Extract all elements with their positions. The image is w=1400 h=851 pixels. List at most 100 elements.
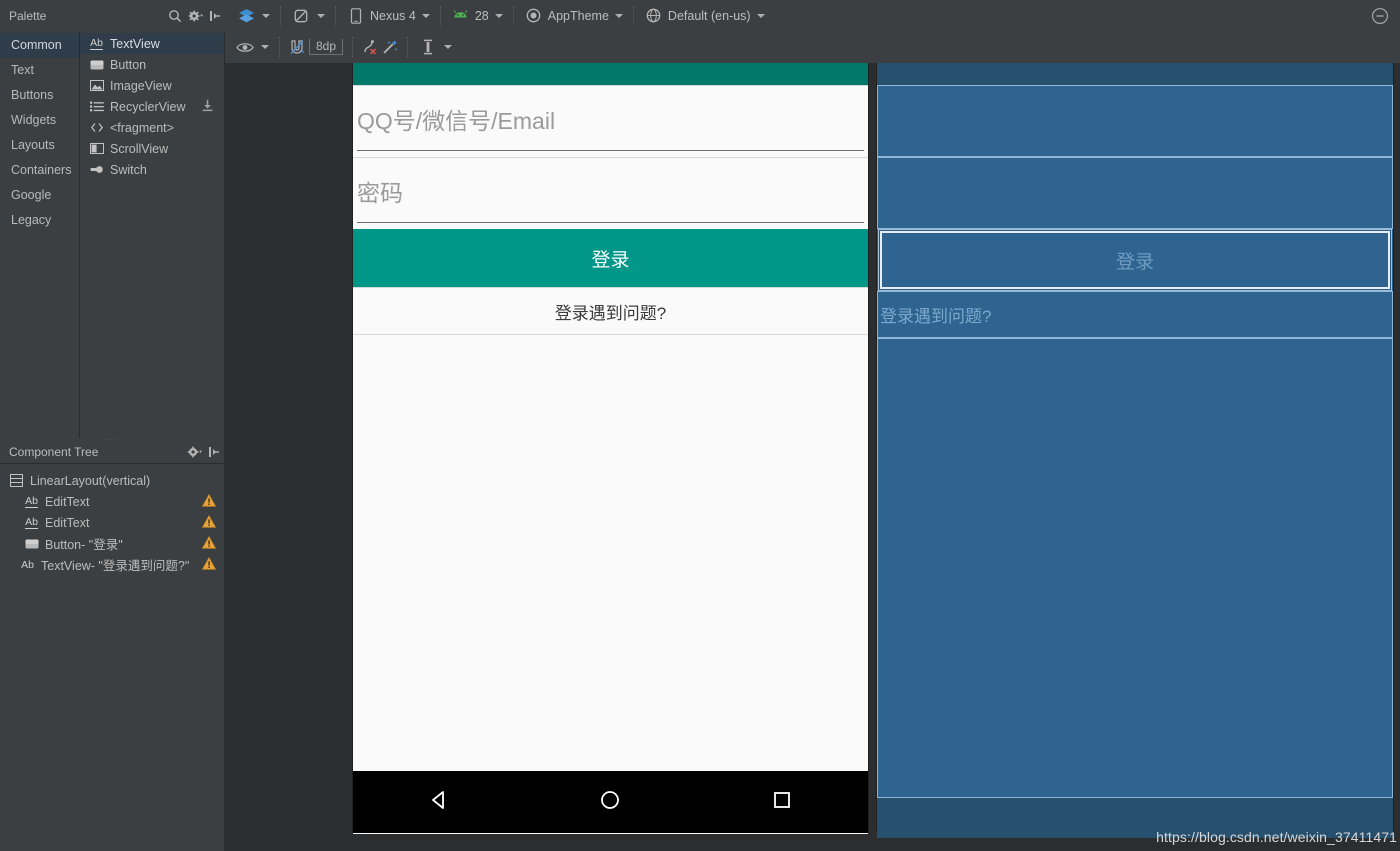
palette-category-layouts[interactable]: Layouts: [0, 133, 79, 158]
watermark-url: https://blog.csdn.net/weixin_37411471: [1156, 829, 1397, 845]
baseline-guideline-icon: [418, 37, 438, 57]
palette-item-label: ScrollView: [110, 141, 169, 156]
login-button-label: 登录: [591, 249, 630, 271]
tree-row-linearlayout[interactable]: LinearLayout(vertical): [0, 470, 224, 491]
default-margin-value[interactable]: 8dp: [309, 39, 344, 55]
toolbar-separator: [512, 5, 514, 26]
layers-icon: [236, 6, 256, 26]
palette-item-switch[interactable]: Switch: [80, 159, 224, 180]
palette-item-fragment[interactable]: <fragment>: [80, 117, 224, 138]
chevron-down-icon: [756, 13, 765, 18]
phone-icon: [346, 6, 366, 26]
blueprint-password-edittext[interactable]: [877, 157, 1393, 229]
tree-row-edittext-2[interactable]: Ab EditText: [0, 512, 224, 533]
password-edittext[interactable]: 密码: [353, 157, 868, 229]
device-preview[interactable]: QQ号/微信号/Email 密码 登录 登录遇到问题?: [353, 63, 868, 834]
component-tree-header: Component Tree: [0, 440, 224, 464]
download-icon[interactable]: [201, 99, 214, 115]
theme-selector[interactable]: AppTheme: [521, 6, 626, 26]
guideline-button[interactable]: [415, 37, 455, 57]
palette-item-textview[interactable]: Ab TextView: [80, 33, 224, 54]
orientation-button[interactable]: [288, 6, 328, 26]
search-icon[interactable]: [165, 6, 185, 26]
nav-back-icon[interactable]: [426, 787, 452, 818]
window-collapse-button[interactable]: [1360, 0, 1400, 31]
palette-item-scrollview[interactable]: ScrollView: [80, 138, 224, 159]
blueprint-login-problem-label: 登录遇到问题?: [880, 307, 992, 326]
toolbar-separator: [352, 37, 354, 57]
palette-category-label: Widgets: [11, 113, 57, 127]
chevron-down-icon: [317, 13, 325, 18]
palette-category-label: Containers: [11, 163, 72, 177]
palette-category-widgets[interactable]: Widgets: [0, 108, 79, 133]
login-problem-textview[interactable]: 登录遇到问题?: [353, 287, 868, 334]
palette-category-label: Buttons: [11, 88, 54, 102]
warning-icon[interactable]: [201, 556, 217, 573]
layout-empty-area: [353, 334, 868, 834]
design-surface-toolbar: 8dp: [225, 31, 1400, 63]
tree-row-label: EditText: [45, 515, 90, 530]
design-surface[interactable]: QQ号/微信号/Email 密码 登录 登录遇到问题? 登录 登录遇到问题?: [225, 63, 1400, 851]
login-problem-label: 登录遇到问题?: [554, 303, 667, 323]
locale-selector[interactable]: Default (en-us): [641, 6, 768, 26]
tree-row-edittext-1[interactable]: Ab EditText: [0, 491, 224, 512]
clear-constraints-icon[interactable]: [360, 37, 380, 57]
button-icon: [89, 58, 104, 72]
api-level-selector[interactable]: 28: [448, 6, 506, 26]
gear-icon[interactable]: [185, 6, 205, 26]
tree-row-textview[interactable]: Ab TextView- "登录遇到问题?": [0, 554, 224, 575]
gear-icon[interactable]: [184, 442, 204, 462]
rotate-orientation-icon: [291, 6, 311, 26]
palette-category-label: Google: [11, 188, 52, 202]
edittext-underline: [357, 222, 864, 223]
blueprint-status-bar: [877, 63, 1393, 85]
nav-recents-icon[interactable]: [769, 787, 795, 818]
blueprint-login-problem-textview[interactable]: 登录遇到问题?: [877, 291, 1393, 338]
autoconnect-magnet-icon[interactable]: [287, 37, 307, 57]
palette-item-recyclerview[interactable]: RecyclerView: [80, 96, 224, 117]
toolbar-separator: [632, 5, 634, 26]
component-tree-body: LinearLayout(vertical) Ab EditText Ab Ed…: [0, 464, 224, 575]
button-icon: [24, 537, 39, 551]
tree-row-label: LinearLayout(vertical): [30, 473, 151, 488]
tree-row-button[interactable]: Button- "登录": [0, 533, 224, 554]
palette-item-label: TextView: [110, 36, 160, 51]
blueprint-preview[interactable]: 登录 登录遇到问题?: [877, 63, 1393, 838]
layers-mode-button[interactable]: [233, 6, 273, 26]
blueprint-username-edittext[interactable]: [877, 85, 1393, 157]
password-hint: 密码: [357, 180, 403, 206]
warning-icon[interactable]: [201, 535, 217, 552]
chevron-down-icon: [262, 13, 270, 18]
palette-panel: Common Text Buttons Widgets Layouts Cont…: [0, 31, 225, 438]
palette-item-button[interactable]: Button: [80, 54, 224, 75]
palette-category-list: Common Text Buttons Widgets Layouts Cont…: [0, 31, 80, 438]
chevron-down-icon: [261, 45, 269, 49]
tree-row-label: Button- "登录": [45, 538, 123, 552]
blueprint-login-button[interactable]: 登录: [878, 229, 1392, 291]
username-edittext[interactable]: QQ号/微信号/Email: [353, 85, 868, 157]
palette-category-common[interactable]: Common: [0, 33, 79, 58]
palette-category-label: Legacy: [11, 213, 52, 227]
device-selector[interactable]: Nexus 4: [343, 6, 433, 26]
nav-home-icon[interactable]: [597, 787, 623, 818]
palette-category-text[interactable]: Text: [0, 58, 79, 83]
palette-category-google[interactable]: Google: [0, 183, 79, 208]
scrollview-icon: [89, 142, 104, 156]
palette-category-buttons[interactable]: Buttons: [0, 83, 79, 108]
palette-category-containers[interactable]: Containers: [0, 158, 79, 183]
infer-constraints-wand-icon[interactable]: [380, 37, 400, 57]
edittext-icon: Ab: [25, 494, 38, 508]
warning-icon[interactable]: [201, 493, 217, 510]
collapse-panel-icon[interactable]: [205, 6, 225, 26]
palette-item-imageview[interactable]: ImageView: [80, 75, 224, 96]
palette-category-legacy[interactable]: Legacy: [0, 208, 79, 233]
view-options-button[interactable]: [232, 37, 272, 57]
warning-icon[interactable]: [201, 514, 217, 531]
collapse-panel-icon[interactable]: [204, 442, 224, 462]
chevron-down-icon: [494, 13, 503, 18]
chevron-down-icon: [421, 13, 430, 18]
login-button[interactable]: 登录: [353, 229, 868, 287]
palette-title: Palette: [9, 8, 47, 23]
textview-icon: Ab: [90, 36, 103, 50]
palette-item-list: Ab TextView Button ImageView RecyclerVie…: [80, 31, 224, 438]
